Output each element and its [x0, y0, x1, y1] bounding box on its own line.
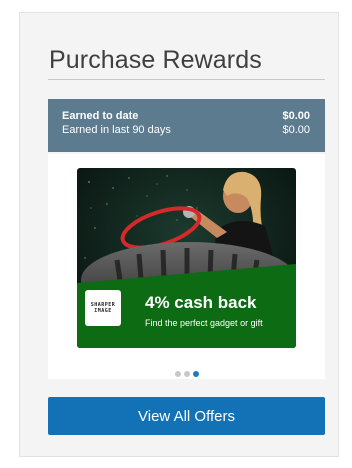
earned-to-date-label: Earned to date [62, 110, 139, 122]
sharper-image-logo: SHARPER IMAGE [85, 290, 121, 326]
earned-to-date-row: Earned to date $0.00 [62, 109, 310, 123]
promo-headline: 4% cash back [145, 293, 257, 312]
carousel-dot[interactable] [174, 371, 181, 377]
purchase-rewards-card: Purchase Rewards Earned to date $0.00 Ea… [19, 12, 339, 457]
carousel-indicators [48, 371, 325, 377]
earnings-summary: Earned to date $0.00 Earned in last 90 d… [48, 99, 325, 152]
earned-to-date-value: $0.00 [282, 110, 310, 122]
earned-last-90-row: Earned in last 90 days $0.00 [62, 123, 310, 137]
promo-banner[interactable]: SHARPER IMAGE 4% cash back Find the perf… [77, 168, 296, 348]
promo-carousel: SHARPER IMAGE 4% cash back Find the perf… [48, 154, 325, 379]
earned-last-90-value: $0.00 [282, 124, 310, 136]
earned-last-90-label: Earned in last 90 days [62, 124, 171, 136]
logo-line-2: IMAGE [94, 308, 112, 314]
carousel-dot[interactable] [183, 371, 190, 377]
view-all-offers-button[interactable]: View All Offers [48, 397, 325, 435]
title-divider [48, 79, 325, 80]
widget-title: Purchase Rewards [49, 46, 262, 74]
promo-subline: Find the perfect gadget or gift [145, 318, 263, 328]
carousel-dot-active[interactable] [192, 371, 199, 377]
